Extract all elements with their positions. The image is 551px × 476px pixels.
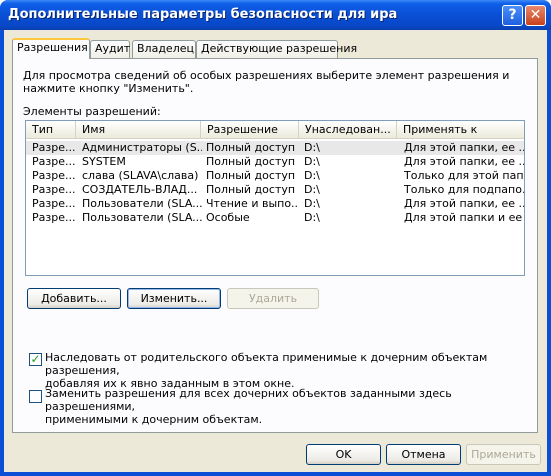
permission-entries-list[interactable]: Тип Имя Разрешение Унаследован... Примен… [25, 120, 525, 276]
cell-permission: Чтение и выпо... [206, 197, 298, 210]
cell-name: слава (SLAVA\слава) [82, 169, 199, 182]
cancel-button[interactable]: Отмена [386, 444, 461, 465]
cell-apply-to: Для этой папки и ее ... [404, 211, 524, 224]
inherit-checkbox[interactable]: ✓ [29, 352, 42, 366]
cell-inherited: D:\ [304, 155, 320, 168]
cell-permission: Полный доступ [206, 183, 296, 196]
replace-checkbox[interactable] [29, 390, 42, 403]
inherit-label-line1: Наследовать от родительского объекта при… [45, 351, 488, 377]
help-button[interactable]: ? [502, 5, 523, 26]
cell-inherited: D:\ [304, 211, 320, 224]
list-header: Тип Имя Разрешение Унаследован... Примен… [26, 121, 524, 139]
dialog-client-area: Разрешения Аудит Владелец Действующие ра… [4, 30, 547, 472]
cell-name: Пользователи (SLA... [82, 197, 202, 210]
cell-apply-to: Для этой папки, ее ... [404, 197, 524, 210]
description-text: Для просмотра сведений об особых разреше… [23, 69, 510, 95]
title-bar[interactable]: Дополнительные параметры безопасности дл… [0, 0, 551, 30]
inherit-label[interactable]: Наследовать от родительского объекта при… [45, 351, 537, 390]
cell-type: Разре... [32, 183, 76, 196]
cell-type: Разре... [32, 155, 76, 168]
cell-inherited: D:\ [304, 183, 320, 196]
cell-type: Разре... [32, 197, 76, 210]
tab-label: Аудит [95, 42, 131, 55]
cell-permission: Полный доступ [206, 141, 296, 154]
window-title: Дополнительные параметры безопасности дл… [8, 7, 398, 22]
tab-label: Действующие разрешения [201, 42, 358, 55]
tab-permissions[interactable]: Разрешения [12, 38, 90, 59]
security-dialog: Дополнительные параметры безопасности дл… [0, 0, 551, 476]
cell-type: Разре... [32, 141, 76, 154]
table-row[interactable]: Разре... Пользователи (SLA... Особые D:\… [26, 211, 524, 225]
cell-inherited: D:\ [304, 197, 320, 210]
column-header-name[interactable]: Имя [76, 121, 201, 139]
tab-effective-permissions[interactable]: Действующие разрешения [196, 40, 357, 58]
checkmark-icon: ✓ [30, 352, 41, 366]
add-button[interactable]: Добавить... [27, 288, 121, 309]
replace-label-line1: Заменить разрешения для всех дочерних об… [45, 387, 452, 413]
list-label: Элементы разрешений: [23, 105, 161, 118]
apply-button[interactable]: Применить [466, 444, 541, 465]
table-row[interactable]: Разре... SYSTEM Полный доступ D:\ Для эт… [26, 155, 524, 169]
cell-name: Администраторы (S... [82, 141, 202, 154]
column-header-inherited[interactable]: Унаследован... [299, 121, 397, 139]
cell-apply-to: Для этой папки, ее ... [404, 155, 524, 168]
cell-permission: Полный доступ [206, 169, 296, 182]
column-header-apply-to[interactable]: Применять к [397, 121, 524, 139]
tab-audit[interactable]: Аудит [90, 40, 130, 58]
cell-apply-to: Только для этой пап... [404, 169, 524, 182]
cell-permission: Особые [206, 211, 250, 224]
cell-name: Пользователи (SLA... [82, 211, 202, 224]
cell-inherited: D:\ [304, 169, 320, 182]
cell-name: СОЗДАТЕЛЬ-ВЛАД... [82, 183, 198, 196]
table-row[interactable]: Разре... слава (SLAVA\слава) Полный дост… [26, 169, 524, 183]
cell-name: SYSTEM [82, 155, 126, 168]
table-row[interactable]: Разре... Пользователи (SLA... Чтение и в… [26, 197, 524, 211]
replace-label[interactable]: Заменить разрешения для всех дочерних об… [45, 387, 537, 426]
cell-permission: Полный доступ [206, 155, 296, 168]
edit-button[interactable]: Изменить... [127, 288, 221, 309]
table-row[interactable]: Разре... Администраторы (S... Полный дос… [26, 141, 524, 155]
permissions-panel: Для просмотра сведений об особых разреше… [12, 58, 538, 433]
column-header-type[interactable]: Тип [26, 121, 76, 139]
remove-button[interactable]: Удалить [227, 288, 319, 309]
help-icon: ? [508, 7, 517, 23]
tab-owner[interactable]: Владелец [132, 40, 196, 58]
cell-type: Разре... [32, 211, 76, 224]
cell-apply-to: Только для подпапо... [404, 183, 524, 196]
cell-inherited: D:\ [304, 141, 320, 154]
tab-label: Владелец [137, 42, 194, 55]
column-header-permission[interactable]: Разрешение [201, 121, 299, 139]
close-button[interactable]: ✕ [525, 5, 546, 26]
replace-label-line2: применимыми к дочерним объектам. [45, 413, 263, 426]
cell-type: Разре... [32, 169, 76, 182]
tab-label: Разрешения [17, 41, 88, 54]
close-icon: ✕ [529, 7, 542, 23]
ok-button[interactable]: OK [306, 444, 381, 465]
cell-apply-to: Для этой папки, ее ... [404, 141, 524, 154]
table-row[interactable]: Разре... СОЗДАТЕЛЬ-ВЛАД... Полный доступ… [26, 183, 524, 197]
